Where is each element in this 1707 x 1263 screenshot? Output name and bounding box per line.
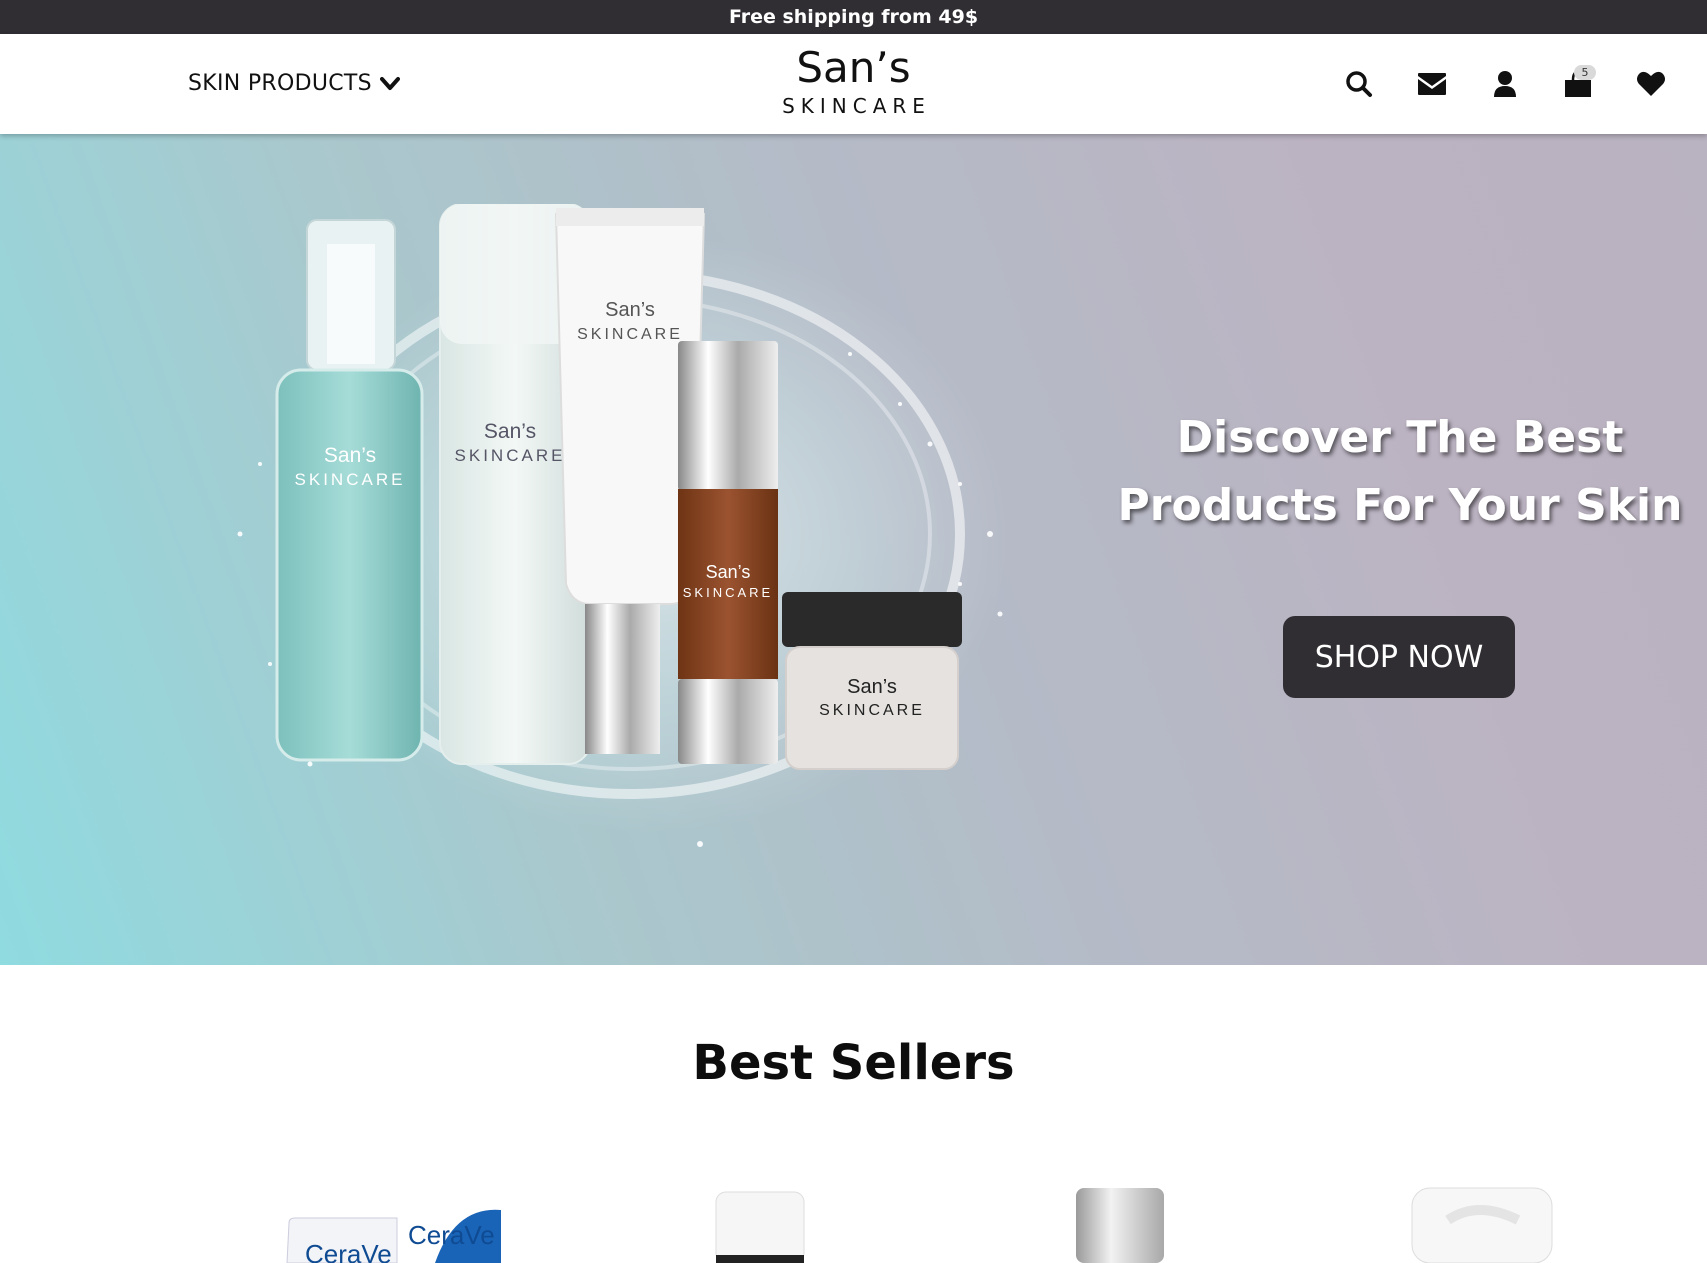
hero-title-line-2: Products For Your Skin: [1117, 480, 1683, 531]
product-image-4: [1411, 1187, 1553, 1263]
hero-product-image: San’s SKINCARE San’s SKINCARE San’s SKIN…: [237, 204, 1010, 847]
svg-text:SKINCARE: SKINCARE: [455, 446, 566, 465]
svg-text:SKINCARE: SKINCARE: [577, 326, 683, 343]
product-brand-1b: CeraVe: [305, 1239, 392, 1263]
product-card-3[interactable]: [1070, 1180, 1190, 1263]
svg-text:SKINCARE: SKINCARE: [819, 702, 925, 719]
search-icon: [1346, 71, 1372, 97]
search-button[interactable]: [1343, 68, 1375, 100]
site-header: SKIN PRODUCTS San’s SKINCARE 5: [0, 34, 1707, 134]
svg-text:San’s: San’s: [847, 676, 897, 698]
logo[interactable]: San’s SKINCARE: [0, 43, 1707, 119]
user-icon: [1494, 71, 1516, 97]
svg-text:San’s: San’s: [605, 299, 655, 321]
svg-text:SKINCARE: SKINCARE: [295, 470, 406, 489]
wishlist-button[interactable]: [1635, 68, 1667, 100]
shop-now-button[interactable]: SHOP NOW: [1283, 616, 1515, 698]
svg-text:San’s: San’s: [706, 562, 751, 582]
product-card-4[interactable]: [1408, 1180, 1558, 1263]
heart-icon: [1637, 71, 1665, 96]
account-button[interactable]: [1489, 68, 1521, 100]
product-image-3: [1076, 1188, 1164, 1263]
logo-main-text: San’s: [796, 43, 911, 92]
announcement-text: Free shipping from 49$: [728, 6, 979, 28]
product-card-2[interactable]: [708, 1180, 828, 1263]
contact-button[interactable]: [1416, 68, 1448, 100]
envelope-icon: [1418, 73, 1446, 95]
announcement-bar: Free shipping from 49$: [0, 0, 1707, 34]
product-image-1: CeraVe CeraVe: [286, 1190, 501, 1263]
cart-count-badge: 5: [1574, 65, 1596, 80]
svg-text:SKINCARE: SKINCARE: [683, 585, 773, 600]
hero-banner: San’s SKINCARE San’s SKINCARE San’s SKIN…: [0, 134, 1707, 965]
hero-title: Discover The Best Products For Your Skin: [1100, 404, 1700, 540]
product-image-2: [715, 1191, 805, 1263]
svg-text:San’s: San’s: [484, 420, 536, 443]
hero-title-line-1: Discover The Best: [1176, 412, 1624, 463]
svg-text:San’s: San’s: [324, 444, 376, 467]
product-card-1[interactable]: CeraVe CeraVe: [285, 1180, 515, 1263]
cart-button[interactable]: 5: [1562, 65, 1596, 100]
best-sellers-title: Best Sellers: [692, 1035, 1015, 1091]
logo-sub-text: SKINCARE: [782, 94, 931, 118]
product-brand-1: CeraVe: [408, 1220, 495, 1250]
